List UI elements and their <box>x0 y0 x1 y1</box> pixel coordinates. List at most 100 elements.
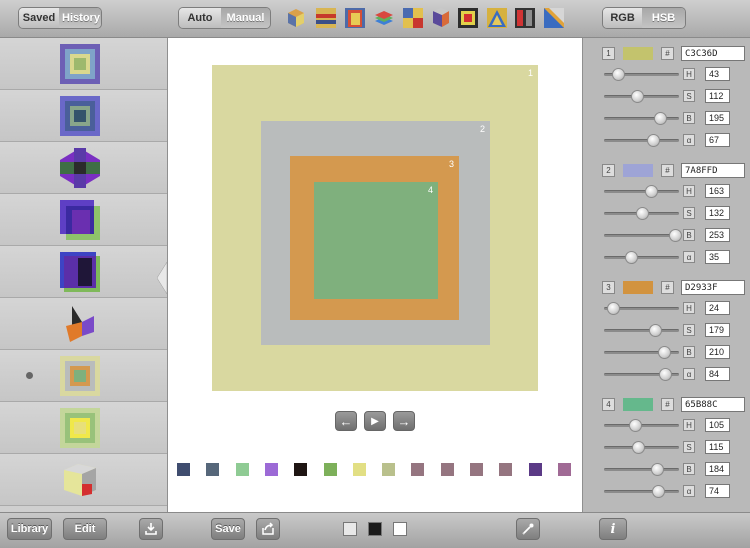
template-layers-icon[interactable] <box>373 7 395 29</box>
history-item[interactable] <box>0 38 167 90</box>
channel-value-field[interactable]: 115 <box>705 440 730 454</box>
save-button[interactable]: Save <box>211 518 245 540</box>
channel-value-field[interactable]: 67 <box>705 133 730 147</box>
history-item[interactable] <box>0 350 167 402</box>
slider-track[interactable] <box>604 190 679 193</box>
color-swatch[interactable] <box>623 47 653 60</box>
template-diagonal-icon[interactable] <box>543 7 565 29</box>
slider-knob[interactable] <box>653 112 667 125</box>
slider-track[interactable] <box>604 139 679 142</box>
play-button[interactable]: ▶ <box>364 411 386 431</box>
palette-swatch[interactable] <box>294 463 308 476</box>
hex-input[interactable]: C3C36D <box>681 46 745 61</box>
slider-knob[interactable] <box>628 419 642 432</box>
background-white-swatch[interactable] <box>393 522 407 536</box>
slider-track[interactable] <box>604 329 679 332</box>
palette-swatch[interactable] <box>206 463 220 476</box>
history-item[interactable] <box>0 402 167 454</box>
palette-swatch[interactable] <box>557 463 571 476</box>
info-button[interactable]: i <box>599 518 627 540</box>
slider-knob[interactable] <box>624 251 638 264</box>
template-bars-icon[interactable] <box>514 7 536 29</box>
palette-swatch[interactable] <box>323 463 337 476</box>
palette-swatch[interactable] <box>177 463 190 476</box>
tab-manual[interactable]: Manual <box>221 8 270 28</box>
channel-value-field[interactable]: 210 <box>705 345 730 359</box>
palette-swatch[interactable] <box>382 463 396 476</box>
channel-value-field[interactable]: 74 <box>705 484 730 498</box>
palette-swatch[interactable] <box>264 463 278 476</box>
hex-input[interactable]: 65B88C <box>681 397 745 412</box>
tab-saved[interactable]: Saved <box>19 8 59 28</box>
channel-value-field[interactable]: 179 <box>705 323 730 337</box>
next-button[interactable]: → <box>393 411 415 431</box>
history-item[interactable] <box>0 298 167 350</box>
share-button[interactable] <box>256 518 280 540</box>
tab-rgb[interactable]: RGB <box>603 8 643 28</box>
history-item[interactable] <box>0 142 167 194</box>
previous-button[interactable]: ← <box>335 411 357 431</box>
slider-knob[interactable] <box>611 68 625 81</box>
palette-swatch[interactable] <box>235 463 249 476</box>
channel-value-field[interactable]: 163 <box>705 184 730 198</box>
template-fold-icon[interactable] <box>430 7 452 29</box>
channel-value-field[interactable]: 132 <box>705 206 730 220</box>
history-item[interactable] <box>0 246 167 298</box>
palette-swatch[interactable] <box>470 463 483 476</box>
channel-value-field[interactable]: 84 <box>705 367 730 381</box>
template-nested-icon[interactable] <box>344 7 366 29</box>
slider-knob[interactable] <box>646 134 660 147</box>
slider-knob[interactable] <box>644 185 658 198</box>
history-item[interactable] <box>0 454 167 506</box>
slider-knob[interactable] <box>606 302 620 315</box>
palette-swatch[interactable] <box>411 463 425 476</box>
channel-value-field[interactable]: 195 <box>705 111 730 125</box>
channel-value-field[interactable]: 24 <box>705 301 730 315</box>
channel-value-field[interactable]: 184 <box>705 462 730 476</box>
history-item[interactable] <box>0 194 167 246</box>
slider-knob[interactable] <box>657 346 671 359</box>
slider-knob[interactable] <box>649 324 663 337</box>
palette-swatch[interactable] <box>499 463 513 476</box>
import-button[interactable] <box>139 518 163 540</box>
eyedropper-button[interactable] <box>516 518 540 540</box>
tab-history[interactable]: History <box>59 8 101 28</box>
color-swatch[interactable] <box>623 398 653 411</box>
collapse-left-icon[interactable] <box>157 262 167 294</box>
palette-swatch[interactable] <box>352 463 366 476</box>
slider-track[interactable] <box>604 256 679 259</box>
channel-value-field[interactable]: 253 <box>705 228 730 242</box>
color-swatch[interactable] <box>623 281 653 294</box>
edit-button[interactable]: Edit <box>63 518 107 540</box>
slider-track[interactable] <box>604 490 679 493</box>
slider-track[interactable] <box>604 468 679 471</box>
channel-value-field[interactable]: 105 <box>705 418 730 432</box>
background-light-swatch[interactable] <box>343 522 357 536</box>
template-cube-icon[interactable] <box>285 7 307 29</box>
tab-hsb[interactable]: HSB <box>642 8 685 28</box>
hex-input[interactable]: 7A8FFD <box>681 163 745 178</box>
hex-input[interactable]: D2933F <box>681 280 745 295</box>
channel-value-field[interactable]: 112 <box>705 89 730 103</box>
slider-track[interactable] <box>604 117 679 120</box>
slider-knob[interactable] <box>669 229 683 242</box>
slider-knob[interactable] <box>631 441 645 454</box>
background-dark-swatch[interactable] <box>368 522 382 536</box>
palette-swatch[interactable] <box>440 463 454 476</box>
color-swatch[interactable] <box>623 164 653 177</box>
slider-knob[interactable] <box>630 90 644 103</box>
slider-knob[interactable] <box>636 207 650 220</box>
channel-value-field[interactable]: 35 <box>705 250 730 264</box>
template-blocks-icon[interactable] <box>402 7 424 29</box>
palette-swatch[interactable] <box>528 463 542 476</box>
tab-auto[interactable]: Auto <box>179 8 221 28</box>
template-triangle-icon[interactable] <box>486 7 508 29</box>
square-4[interactable]: 4 <box>314 182 438 299</box>
channel-value-field[interactable]: 43 <box>705 67 730 81</box>
template-stripes-icon[interactable] <box>315 7 337 29</box>
template-frame-icon[interactable] <box>457 7 479 29</box>
history-item[interactable] <box>0 90 167 142</box>
slider-knob[interactable] <box>651 485 665 498</box>
slider-knob[interactable] <box>658 368 672 381</box>
slider-knob[interactable] <box>650 463 664 476</box>
